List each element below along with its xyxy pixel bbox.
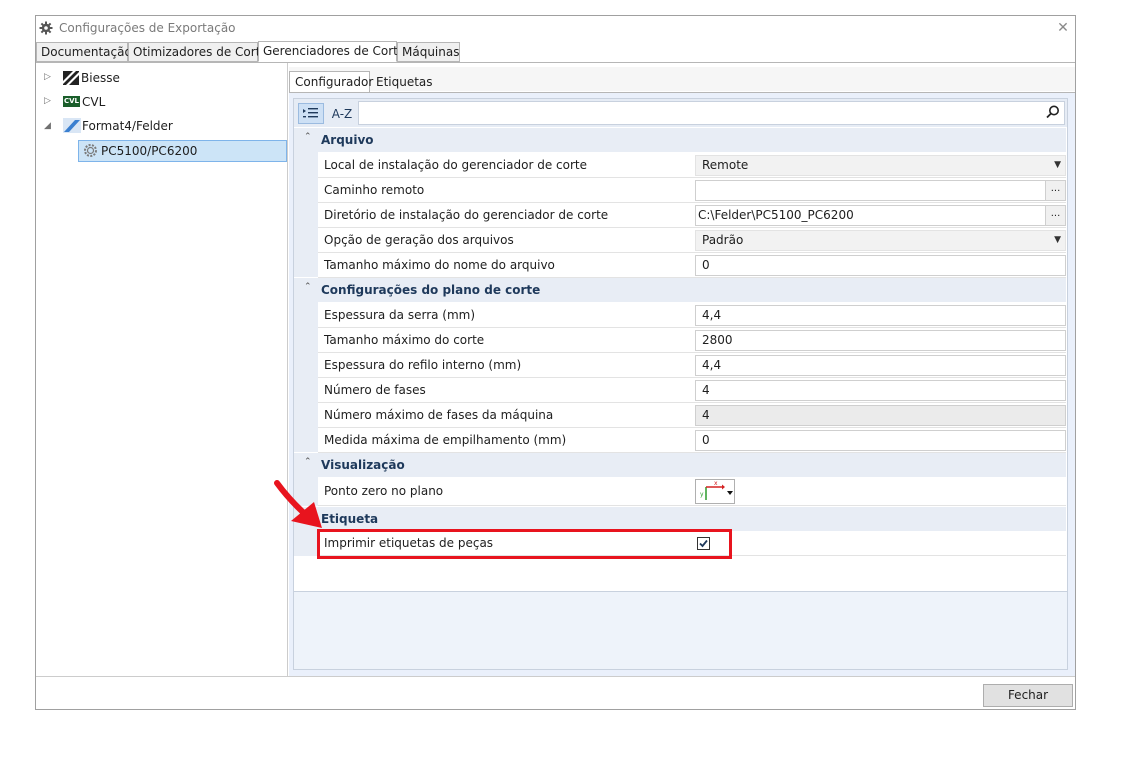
property-value: 0 — [702, 433, 710, 447]
internal-trim-input[interactable]: 4,4 — [695, 355, 1066, 376]
property-row[interactable]: Local de instalação do gerenciador de co… — [318, 153, 1066, 178]
tab-etiquetas[interactable]: Etiquetas — [373, 72, 433, 92]
property-name: Medida máxima de empilhamento (mm) — [324, 433, 567, 447]
property-row[interactable]: Tamanho máximo do corte 2800 — [318, 328, 1066, 353]
format4-logo-icon — [63, 118, 81, 133]
property-row[interactable]: Número de fases 4 — [318, 378, 1066, 403]
expand-arrow-icon[interactable]: ▷ — [44, 72, 51, 82]
property-name: Tamanho máximo do corte — [324, 333, 485, 347]
description-pane — [294, 591, 1067, 669]
tab-maquinas[interactable]: Máquinas — [397, 42, 460, 62]
phase-count-input[interactable]: 4 — [695, 380, 1066, 401]
tab-otimizadores-de-corte[interactable]: Otimizadores de Corte — [128, 42, 268, 62]
red-arrow-annotation — [274, 480, 322, 528]
cvl-logo-icon: CVL — [63, 96, 80, 107]
property-row[interactable]: Caminho remoto ... — [318, 178, 1066, 203]
search-icon[interactable] — [1045, 104, 1061, 120]
dropdown-arrow-icon[interactable]: ▼ — [1054, 156, 1061, 175]
biesse-logo-icon — [63, 71, 79, 85]
property-row[interactable]: Diretório de instalação do gerenciador d… — [318, 203, 1066, 228]
install-location-select[interactable]: Remote ▼ — [695, 155, 1066, 176]
expand-arrow-icon[interactable]: ▷ — [44, 96, 51, 106]
tab-documentacao[interactable]: Documentação — [36, 42, 132, 62]
property-row[interactable]: Medida máxima de empilhamento (mm) 0 — [318, 428, 1066, 453]
property-value: Remote — [702, 158, 749, 172]
property-name: Diretório de instalação do gerenciador d… — [324, 208, 609, 222]
tree-item-biesse[interactable]: Biesse — [81, 69, 120, 87]
close-icon: ✕ — [1057, 20, 1069, 36]
saw-thickness-input[interactable]: 4,4 — [695, 305, 1066, 326]
gear-icon — [39, 21, 53, 35]
property-value: 0 — [702, 258, 710, 272]
zero-point-axis-icon: x y — [700, 480, 733, 500]
property-value: Padrão — [702, 233, 744, 247]
category-gutter — [294, 302, 318, 452]
file-generation-select[interactable]: Padrão ▼ — [695, 230, 1066, 251]
footer-separator — [36, 676, 1075, 677]
max-stacking-input[interactable]: 0 — [695, 430, 1066, 451]
property-value: 4 — [702, 408, 710, 422]
property-value: C:\Felder\PC5100_PC6200 — [698, 208, 854, 222]
property-value: 4 — [702, 383, 710, 397]
tab-gerenciadores-de-corte[interactable]: Gerenciadores de Corte — [258, 41, 405, 62]
browse-button[interactable]: ... — [1045, 181, 1065, 200]
property-name: Número máximo de fases da máquina — [324, 408, 554, 422]
category-gutter — [294, 152, 318, 277]
property-row: Número máximo de fases da máquina 4 — [318, 403, 1066, 428]
collapse-arrow-icon[interactable]: ◢ — [44, 121, 51, 131]
category-label: Visualização — [321, 458, 405, 472]
property-name: Opção de geração dos arquivos — [324, 233, 514, 247]
svg-text:x: x — [714, 480, 718, 487]
collapse-chevron-icon[interactable]: ⌃ — [304, 457, 312, 467]
remote-path-input[interactable]: ... — [695, 180, 1066, 201]
property-row[interactable]: Tamanho máximo do nome do arquivo 0 — [318, 253, 1066, 278]
categorized-list-icon — [303, 108, 318, 118]
install-directory-input[interactable]: C:\Felder\PC5100_PC6200 ... — [695, 205, 1066, 226]
property-name: Espessura da serra (mm) — [324, 308, 476, 322]
category-plano-de-corte[interactable]: ⌃ Configurações do plano de corte — [294, 278, 1066, 302]
collapse-chevron-icon[interactable]: ⌃ — [304, 132, 312, 142]
property-value: 4,4 — [702, 308, 722, 322]
sort-alphabetical-button[interactable]: A-Z — [328, 104, 356, 124]
window-title: Configurações de Exportação — [59, 21, 236, 35]
max-cut-size-input[interactable]: 2800 — [695, 330, 1066, 351]
search-input[interactable] — [358, 101, 1065, 125]
property-name: Tamanho máximo do nome do arquivo — [324, 258, 555, 272]
max-machine-phases-readonly: 4 — [695, 405, 1066, 426]
category-arquivo[interactable]: ⌃ Arquivo — [294, 128, 1066, 152]
highlight-box — [317, 529, 732, 559]
property-row[interactable]: Espessura da serra (mm) 4,4 — [318, 303, 1066, 328]
tree-item-label: PC5100/PC6200 — [101, 144, 198, 158]
property-name: Caminho remoto — [324, 183, 425, 197]
category-label: Configurações do plano de corte — [321, 283, 541, 297]
collapse-chevron-icon[interactable]: ⌃ — [304, 282, 312, 292]
property-row[interactable]: Ponto zero no plano x y — [318, 477, 1066, 506]
machine-gear-icon — [83, 143, 98, 158]
property-row[interactable]: Opção de geração dos arquivos Padrão ▼ — [318, 228, 1066, 253]
tree-item-format4-felder[interactable]: Format4/Felder — [82, 117, 173, 135]
category-visualizacao[interactable]: ⌃ Visualização — [294, 453, 1066, 477]
close-window-button[interactable]: ✕ — [1052, 18, 1074, 38]
max-filename-length-input[interactable]: 0 — [695, 255, 1066, 276]
tree-item-cvl[interactable]: CVL — [82, 93, 105, 111]
tab-configurador[interactable]: Configurador — [289, 71, 373, 93]
svg-text:y: y — [700, 491, 704, 498]
categorized-view-button[interactable] — [298, 103, 324, 124]
property-name: Número de fases — [324, 383, 426, 397]
dropdown-arrow-icon[interactable]: ▼ — [1054, 231, 1061, 250]
category-label: Arquivo — [321, 133, 374, 147]
category-etiqueta[interactable]: Etiqueta — [294, 507, 1066, 531]
close-button[interactable]: Fechar — [983, 684, 1073, 707]
browse-button[interactable]: ... — [1045, 206, 1065, 225]
zero-point-select[interactable]: x y — [695, 479, 735, 504]
property-row[interactable]: Espessura do refilo interno (mm) 4,4 — [318, 353, 1066, 378]
property-name: Local de instalação do gerenciador de co… — [324, 158, 587, 172]
property-value: 4,4 — [702, 358, 722, 372]
property-value: 2800 — [702, 333, 733, 347]
property-name: Espessura do refilo interno (mm) — [324, 358, 522, 372]
property-name: Ponto zero no plano — [324, 484, 444, 498]
